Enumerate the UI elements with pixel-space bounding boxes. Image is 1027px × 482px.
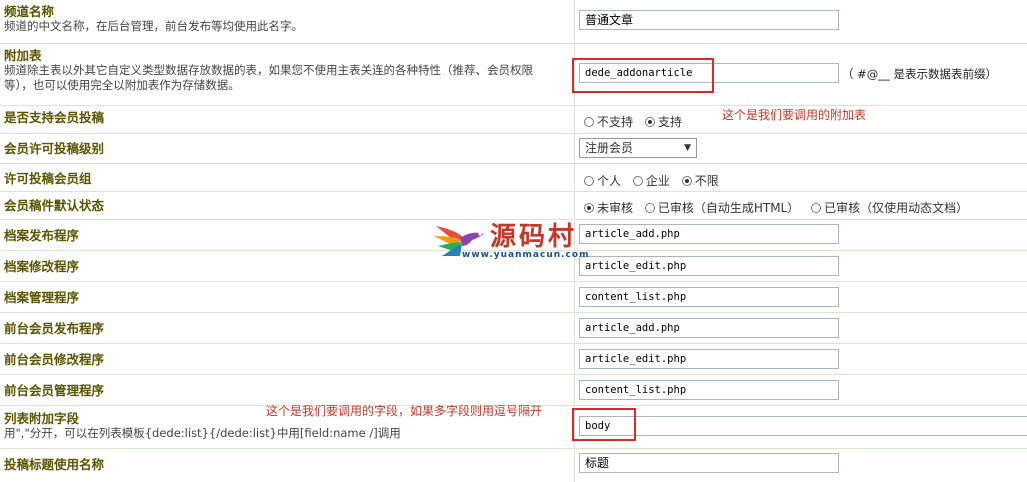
- radio-circle[interactable]: [811, 203, 822, 213]
- submit-level-select[interactable]: 注册会员 ▼: [579, 138, 697, 158]
- archive-add-input[interactable]: article_add.php: [579, 224, 839, 244]
- label-front-add: 前台会员发布程序: [4, 321, 105, 336]
- label-addon-table: 附加表: [4, 48, 42, 63]
- radio-option-unreviewed[interactable]: 未审核: [584, 199, 633, 216]
- label-archive-manage: 档案管理程序: [4, 290, 80, 305]
- front-manage-input[interactable]: content_list.php: [579, 380, 839, 400]
- desc-addon-table-2: 等），也可以使用完全以附加表作为存储数据。: [4, 78, 240, 92]
- radio-circle-checked[interactable]: [644, 117, 655, 127]
- front-add-input[interactable]: article_add.php: [579, 318, 839, 338]
- row-archive-manage: 档案管理程序 content_list.php: [0, 282, 1027, 313]
- row-member-submit: 是否支持会员投稿 不支持 支持: [0, 106, 1027, 134]
- addon-table-suffix: （ #@__ 是表示数据表前缀）: [842, 67, 997, 81]
- label-submit-title-name: 投稿标题使用名称: [4, 457, 105, 472]
- radio-circle[interactable]: [584, 117, 594, 127]
- front-edit-input[interactable]: article_edit.php: [579, 349, 839, 369]
- label-front-edit: 前台会员修改程序: [4, 352, 105, 367]
- desc-list-fields: 用","分开，可以在列表模板{dede:list}{/dede:list}中用[…: [4, 426, 401, 440]
- row-front-add: 前台会员发布程序 article_add.php: [0, 313, 1027, 344]
- list-fields-highlight-box: [572, 408, 636, 441]
- row-member-group: 许可投稿会员组 个人 企业 不限: [0, 164, 1027, 192]
- dropdown-arrow-icon: ▼: [684, 143, 691, 153]
- radio-option-unlimited[interactable]: 不限: [681, 172, 719, 189]
- archive-manage-input[interactable]: content_list.php: [579, 287, 839, 307]
- row-addon-table: 附加表 频道除主表以外其它自定义类型数据存放数据的表，如果您不使用主表关连的各种…: [0, 44, 1027, 106]
- row-front-edit: 前台会员修改程序 article_edit.php: [0, 344, 1027, 375]
- radio-option-reviewed-dynamic[interactable]: 已审核（仅使用动态文档）: [811, 199, 968, 216]
- channel-name-input[interactable]: 普通文章: [579, 10, 839, 30]
- desc-addon-table-1: 频道除主表以外其它自定义类型数据存放数据的表，如果您不使用主表关连的各种特性（推…: [4, 63, 533, 77]
- radio-circle[interactable]: [644, 203, 655, 213]
- row-submit-title-name: 投稿标题使用名称 标题: [0, 449, 1027, 482]
- label-member-group: 许可投稿会员组: [4, 171, 92, 186]
- desc-channel-name: 频道的中文名称，在后台管理，前台发布等均使用此名字。: [4, 19, 303, 33]
- row-channel-name: 频道名称 频道的中文名称，在后台管理，前台发布等均使用此名字。 普通文章: [0, 0, 1027, 44]
- watermark-name: 源码村: [490, 222, 578, 252]
- label-default-status: 会员稿件默认状态: [4, 198, 105, 213]
- list-fields-input[interactable]: body: [579, 416, 1027, 436]
- radio-option-personal[interactable]: 个人: [584, 172, 621, 189]
- label-member-submit: 是否支持会员投稿: [4, 110, 105, 125]
- radio-option-enterprise[interactable]: 企业: [632, 172, 670, 189]
- addon-table-highlight-box: [572, 58, 714, 93]
- list-fields-annotation: 这个是我们要调用的字段，如果多字段则用逗号隔开: [266, 404, 543, 418]
- archive-edit-input[interactable]: article_edit.php: [579, 256, 839, 276]
- row-submit-level: 会员许可投稿级别 注册会员 ▼: [0, 134, 1027, 164]
- radio-circle[interactable]: [584, 176, 594, 186]
- label-front-manage: 前台会员管理程序: [4, 383, 105, 398]
- radio-option-not-support[interactable]: 不支持: [584, 113, 633, 130]
- radio-circle-checked[interactable]: [681, 176, 692, 186]
- radio-circle[interactable]: [632, 176, 643, 186]
- watermark-url: www.yuanmacun.com: [462, 250, 590, 260]
- watermark-logo: 源码村 www.yuanmacun.com: [432, 216, 592, 266]
- radio-option-support[interactable]: 支持: [644, 113, 682, 130]
- label-submit-level: 会员许可投稿级别: [4, 141, 105, 156]
- radio-option-reviewed-html[interactable]: 已审核（自动生成HTML）: [644, 199, 799, 216]
- radio-circle-checked[interactable]: [584, 203, 594, 213]
- label-channel-name: 频道名称: [4, 4, 55, 19]
- submit-title-name-input[interactable]: 标题: [579, 453, 839, 473]
- addon-table-annotation: 这个是我们要调用的附加表: [722, 108, 867, 122]
